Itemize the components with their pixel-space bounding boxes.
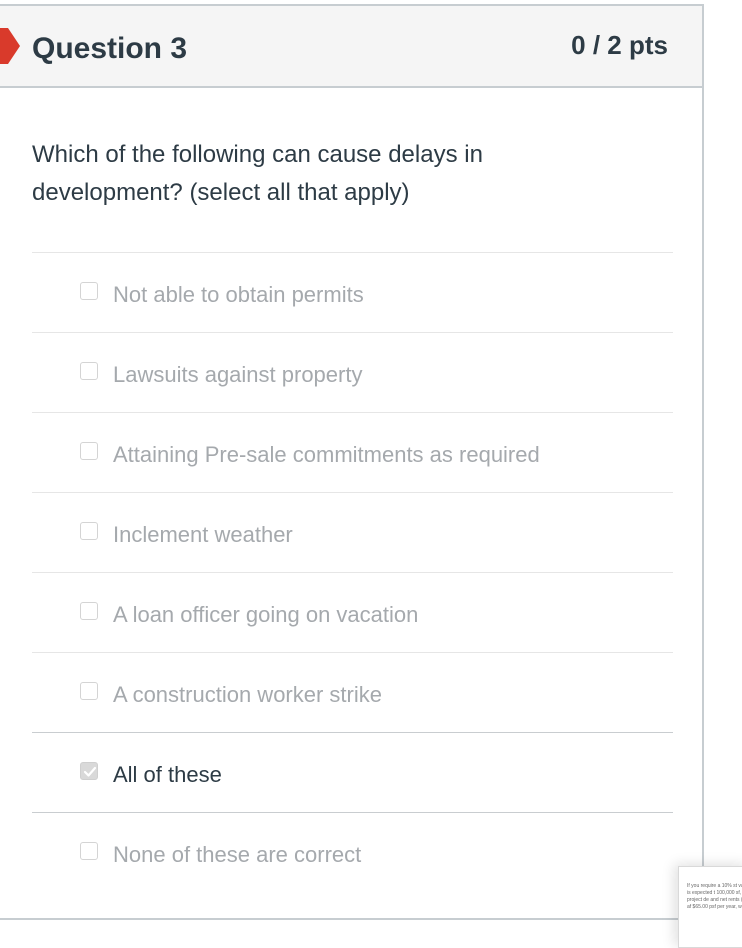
answer-checkbox[interactable]	[80, 362, 98, 380]
answer-option[interactable]: Not able to obtain permits	[32, 252, 673, 332]
answer-checkbox[interactable]	[80, 442, 98, 460]
answer-option[interactable]: Attaining Pre-sale commitments as requir…	[32, 412, 673, 492]
answer-option[interactable]: Inclement weather	[32, 492, 673, 572]
answer-list: Not able to obtain permits Lawsuits agai…	[32, 252, 673, 892]
answer-label: All of these	[113, 762, 222, 787]
question-points: 0 / 2 pts	[571, 30, 668, 60]
answer-label: None of these are correct	[113, 842, 362, 867]
answer-checkbox[interactable]	[80, 282, 98, 300]
answer-option[interactable]: None of these are correct	[32, 812, 673, 892]
question-header: Question 3 0 / 2 pts	[0, 6, 702, 88]
answer-option-selected[interactable]: All of these	[32, 732, 673, 812]
answer-label: A construction worker strike	[113, 682, 382, 707]
answer-label: Attaining Pre-sale commitments as requir…	[113, 442, 540, 467]
incorrect-flag-icon	[0, 28, 20, 64]
answer-option[interactable]: A construction worker strike	[32, 652, 673, 732]
answer-label: A loan officer going on vacation	[113, 602, 419, 627]
answer-label: Not able to obtain permits	[113, 282, 364, 307]
thumbnail-text: If you require a 10% st vacancy is expec…	[687, 883, 742, 910]
answer-option[interactable]: Lawsuits against property	[32, 332, 673, 412]
answer-option[interactable]: A loan officer going on vacation	[32, 572, 673, 652]
answer-label: Lawsuits against property	[113, 362, 363, 387]
checkmark-icon	[83, 766, 97, 777]
answer-checkbox-checked[interactable]	[80, 762, 98, 780]
answer-checkbox[interactable]	[80, 602, 98, 620]
screenshot-thumbnail[interactable]: If you require a 10% st vacancy is expec…	[678, 866, 742, 948]
answer-checkbox[interactable]	[80, 522, 98, 540]
answer-checkbox[interactable]	[80, 682, 98, 700]
question-card: Question 3 0 / 2 pts Which of the follow…	[0, 4, 704, 920]
answer-label: Inclement weather	[113, 522, 293, 547]
question-text: Which of the following can cause delays …	[32, 141, 483, 206]
question-title: Question 3	[32, 32, 188, 65]
answer-checkbox[interactable]	[80, 842, 98, 860]
